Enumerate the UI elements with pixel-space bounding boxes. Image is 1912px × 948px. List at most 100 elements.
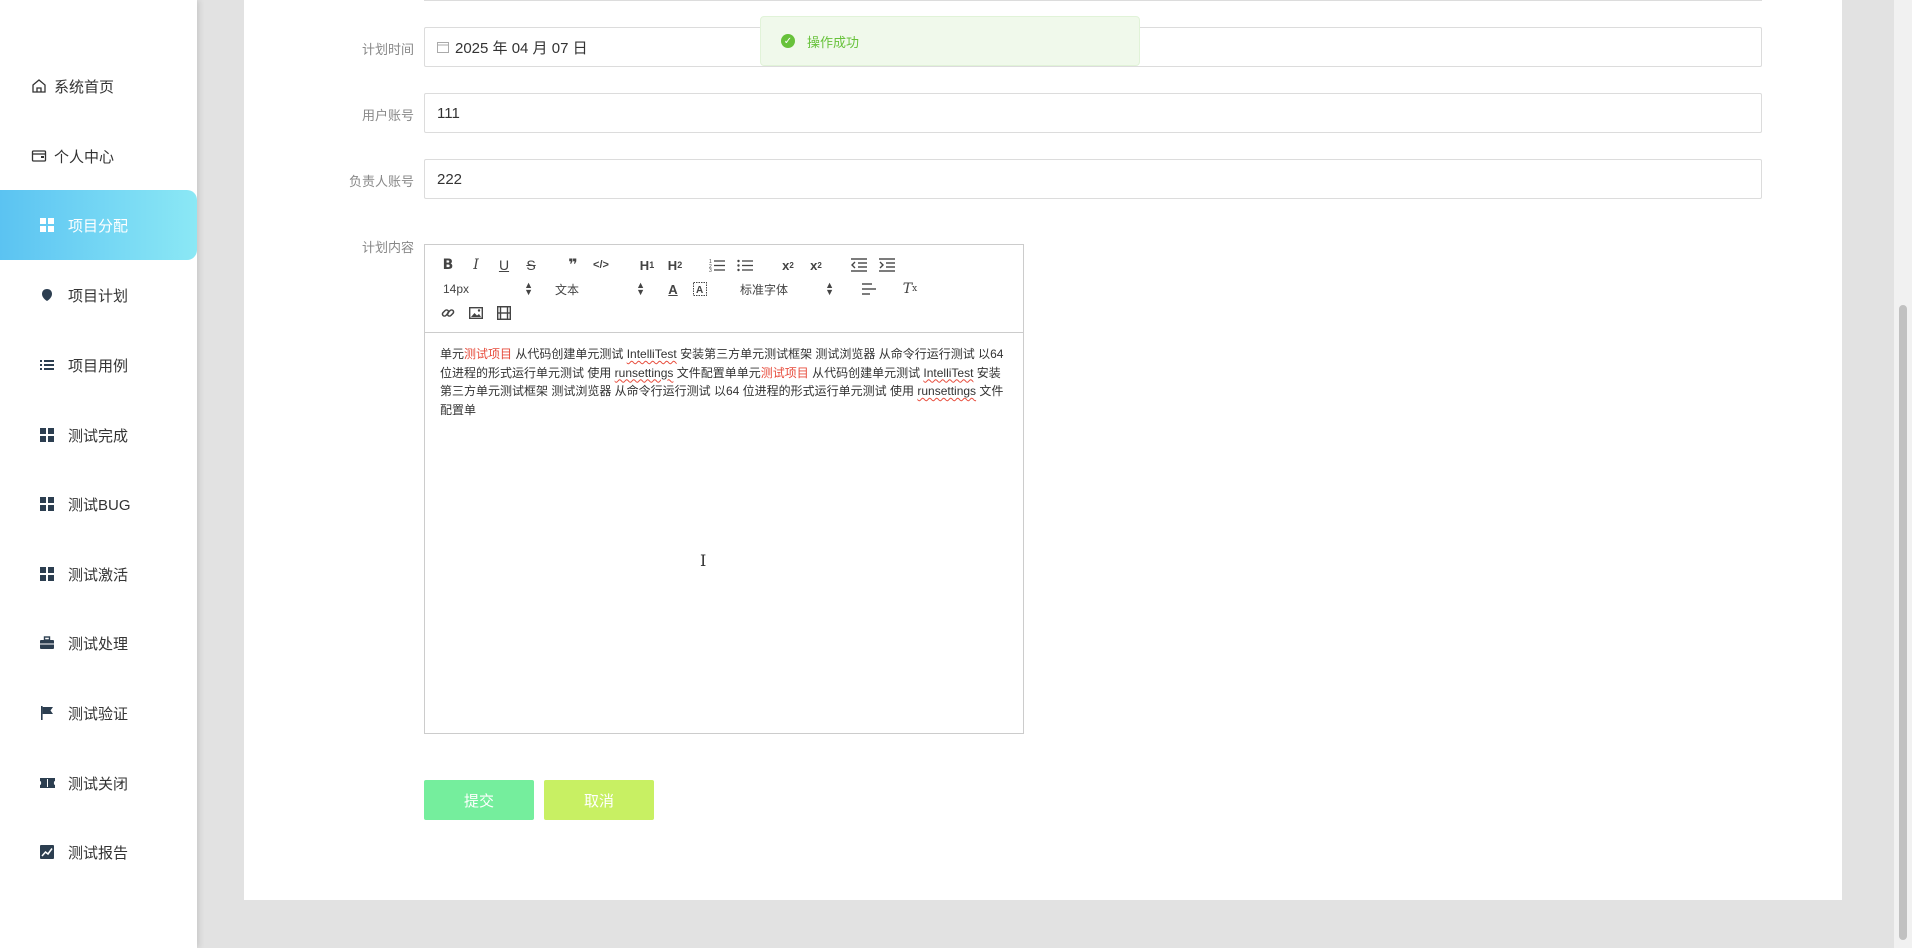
subscript-button[interactable]: x2 [778, 256, 798, 274]
select-arrows-icon: ▲ ▼ [636, 280, 645, 297]
sidebar-item-label: 测试报告 [68, 844, 129, 862]
font-family-value: 标准字体 [740, 282, 789, 297]
plan-content-label: 计划内容 [361, 240, 414, 255]
grid-icon [38, 216, 56, 234]
clear-format-button[interactable]: Tx [900, 280, 920, 298]
blockquote-button[interactable]: ❞ [563, 256, 583, 274]
sidebar-item-label: 测试处理 [68, 635, 129, 653]
sidebar: 系统首页 个人中心 项目分配 项目计划 项目用例 测试完成 测试BUG 测试激活… [0, 0, 197, 948]
user-account-label: 用户账号 [361, 108, 414, 123]
owner-account-field[interactable]: 222 [424, 159, 1762, 199]
wallet-icon [30, 147, 48, 165]
content-highlight: 测试项目 [760, 365, 809, 380]
text-type-select[interactable]: 文本 ▲ ▼ [555, 280, 645, 298]
success-toast: ✓ 操作成功 [760, 16, 1140, 66]
sidebar-item-label: 测试BUG [68, 496, 131, 514]
sidebar-item-label: 项目计划 [68, 287, 129, 305]
ticket-icon [38, 774, 56, 792]
bullet-list-button[interactable] [735, 256, 755, 274]
sidebar-item-test-handle[interactable]: 测试处理 [0, 608, 197, 678]
editor-content[interactable]: 单元测试项目 从代码创建单元测试 IntelliTest 安装第三方单元测试框架… [440, 345, 1010, 419]
sidebar-item-label: 测试验证 [68, 705, 129, 723]
toast-message: 操作成功 [807, 34, 860, 50]
superscript-button[interactable]: x2 [806, 256, 826, 274]
rich-text-editor: B I U S ❞ </> H1 H2 123 x2 x2 14px ▲ ▼ 文本… [424, 244, 1024, 734]
indent-button[interactable] [877, 256, 897, 274]
outdent-button[interactable] [849, 256, 869, 274]
strikethrough-button[interactable]: S [521, 256, 541, 274]
sidebar-item-project-cases[interactable]: 项目用例 [0, 330, 197, 400]
content-text: 单元 [440, 347, 465, 361]
image-button[interactable] [466, 304, 486, 322]
sidebar-item-home[interactable]: 系统首页 [0, 51, 197, 121]
previous-field-border [424, 0, 1762, 1]
bold-button[interactable]: B [438, 256, 458, 274]
submit-button[interactable]: 提交 [424, 780, 534, 820]
plan-time-label: 计划时间 [361, 42, 414, 57]
sidebar-item-label: 项目分配 [68, 217, 129, 235]
italic-button[interactable]: I [466, 256, 486, 274]
chart-icon [38, 843, 56, 861]
sidebar-item-label: 测试关闭 [68, 775, 129, 793]
cancel-button[interactable]: 取消 [544, 780, 654, 820]
sidebar-item-test-verify[interactable]: 测试验证 [0, 678, 197, 748]
font-family-select[interactable]: 标准字体 ▲ ▼ [740, 280, 834, 298]
content-text: 从代码创建单元测试 [512, 347, 627, 361]
sidebar-item-test-report[interactable]: 测试报告 [0, 817, 197, 887]
owner-account-value: 222 [437, 170, 463, 188]
sidebar-item-project-assign[interactable]: 项目分配 [0, 190, 197, 260]
content-misspelled: IntelliTest [626, 347, 677, 361]
font-size-select[interactable]: 14px ▲ ▼ [443, 280, 533, 298]
plan-time-value: 2025 年 04 月 07 日 [455, 39, 588, 57]
check-circle-icon: ✓ [781, 34, 795, 48]
scrollbar[interactable] [1894, 0, 1912, 948]
heading-1-button[interactable]: H1 [635, 256, 659, 274]
text-cursor-icon: I [700, 551, 707, 570]
content-misspelled: IntelliTest [923, 365, 974, 380]
text-type-value: 文本 [555, 282, 580, 297]
sidebar-item-test-activate[interactable]: 测试激活 [0, 539, 197, 609]
link-button[interactable] [438, 304, 458, 322]
pin-icon [38, 286, 56, 304]
content-highlight: 测试项目 [464, 347, 513, 361]
sidebar-item-label: 项目用例 [68, 357, 129, 375]
heading-2-button[interactable]: H2 [663, 256, 687, 274]
sidebar-item-label: 测试激活 [68, 566, 129, 584]
sidebar-item-profile[interactable]: 个人中心 [0, 121, 197, 191]
ordered-list-button[interactable]: 123 [707, 256, 727, 274]
video-button[interactable] [494, 304, 514, 322]
sidebar-item-test-done[interactable]: 测试完成 [0, 400, 197, 470]
sidebar-item-label: 系统首页 [54, 78, 115, 96]
svg-text:A: A [696, 285, 703, 296]
grid-icon [38, 426, 56, 444]
sidebar-item-project-plan[interactable]: 项目计划 [0, 260, 197, 330]
owner-account-label: 负责人账号 [348, 174, 414, 189]
font-color-button[interactable]: A [663, 280, 683, 298]
content-misspelled: runsettings [917, 384, 977, 398]
svg-text:3: 3 [709, 268, 712, 272]
sidebar-item-test-bug[interactable]: 测试BUG [0, 469, 197, 539]
content-misspelled: runsettings [614, 365, 674, 380]
calendar-icon [437, 41, 449, 53]
list-icon [38, 356, 56, 374]
sidebar-item-label: 测试完成 [68, 427, 129, 445]
flag-icon [38, 704, 56, 722]
content-text: 文件配置单单元 [673, 365, 761, 380]
content-text: 从代码创建单元测试 [808, 365, 924, 380]
select-arrows-icon: ▲ ▼ [524, 280, 533, 297]
underline-button[interactable]: U [494, 256, 514, 274]
user-account-value: 111 [437, 104, 460, 122]
scrollbar-thumb[interactable] [1899, 305, 1907, 940]
background-color-button[interactable]: A [690, 280, 710, 298]
code-block-button[interactable]: </> [591, 256, 611, 274]
sidebar-item-test-close[interactable]: 测试关闭 [0, 748, 197, 818]
select-arrows-icon: ▲ ▼ [825, 280, 834, 297]
home-icon [30, 77, 48, 95]
grid-icon [38, 495, 56, 513]
font-size-value: 14px [443, 282, 470, 296]
editor-toolbar: B I U S ❞ </> H1 H2 123 x2 x2 14px ▲ ▼ 文本… [425, 245, 1023, 333]
grid-icon [38, 565, 56, 583]
align-button[interactable] [859, 280, 879, 298]
sidebar-item-label: 个人中心 [54, 148, 115, 166]
user-account-field[interactable]: 111 [424, 93, 1762, 133]
